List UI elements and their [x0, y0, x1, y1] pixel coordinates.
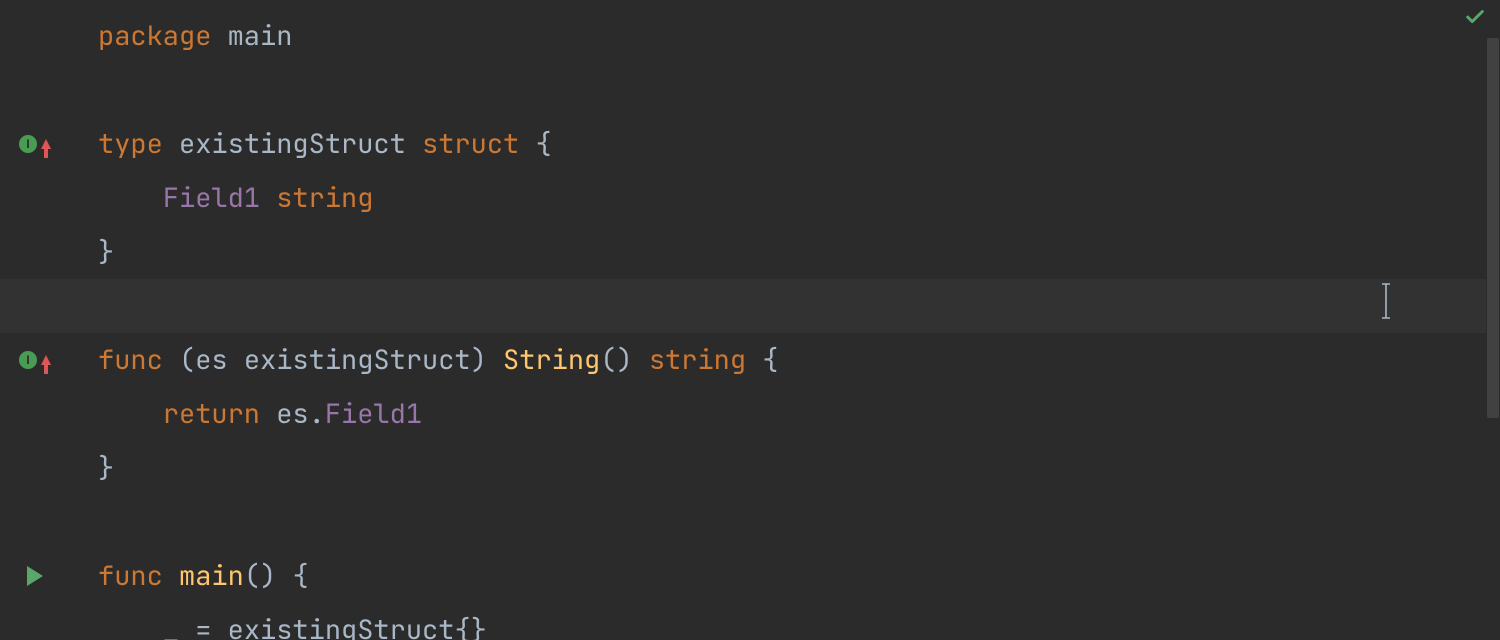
code-line[interactable] [70, 63, 1500, 117]
receiver-token: es [195, 342, 227, 378]
gutter-row [0, 441, 70, 495]
implements-up-icon[interactable]: I [19, 351, 51, 369]
space [260, 180, 276, 216]
text-cursor-icon [1378, 282, 1380, 320]
gutter-row[interactable]: I [0, 333, 70, 387]
type-name-token: existingStruct [179, 126, 406, 162]
brace-token: {} [454, 612, 486, 640]
type-token: string [649, 342, 746, 378]
indent [98, 612, 163, 640]
keyword-token: func [98, 342, 163, 378]
space [406, 126, 422, 162]
implements-up-icon[interactable]: I [19, 135, 51, 153]
blank-identifier-token: _ [163, 612, 179, 640]
code-area[interactable]: package main type existingStruct struct … [70, 0, 1500, 640]
gutter-row [0, 225, 70, 279]
paren-token: ) [471, 342, 487, 378]
code-line[interactable]: _ = existingStruct{} [70, 603, 1500, 640]
space [163, 126, 179, 162]
brace-token: } [98, 234, 114, 270]
gutter-row [0, 387, 70, 441]
keyword-token: type [98, 126, 163, 162]
space [211, 612, 227, 640]
indent [98, 180, 163, 216]
code-line[interactable]: package main [70, 9, 1500, 63]
type-token: existingStruct [228, 612, 455, 640]
gutter-row [0, 495, 70, 549]
validation-ok-icon[interactable] [1464, 6, 1486, 33]
paren-token: () [600, 342, 632, 378]
paren-token: () [244, 558, 276, 594]
space [487, 342, 503, 378]
space [633, 342, 649, 378]
brace-token: { [535, 126, 551, 162]
arrow-up-icon [41, 139, 51, 149]
code-line[interactable]: } [70, 441, 1500, 495]
gutter-row [0, 171, 70, 225]
identifier-token: es [276, 396, 308, 432]
code-line[interactable]: type existingStruct struct { [70, 117, 1500, 171]
gutter-row [0, 603, 70, 640]
space [179, 612, 195, 640]
field-token: Field1 [163, 180, 260, 216]
space [519, 126, 535, 162]
paren-token: ( [179, 342, 195, 378]
space [163, 342, 179, 378]
code-line-current[interactable] [70, 279, 1500, 333]
space [260, 396, 276, 432]
code-editor[interactable]: I I package main type existingStruct str… [0, 0, 1500, 640]
space [211, 18, 227, 54]
keyword-token: struct [422, 126, 519, 162]
function-name-token: main [179, 558, 244, 594]
space [228, 342, 244, 378]
scrollbar-thumb[interactable] [1487, 38, 1499, 418]
function-name-token: String [503, 342, 600, 378]
member-token: Field1 [325, 396, 422, 432]
code-line[interactable]: } [70, 225, 1500, 279]
type-token: existingStruct [244, 342, 471, 378]
code-line[interactable]: return es.Field1 [70, 387, 1500, 441]
brace-token: { [292, 558, 308, 594]
identifier-token: main [228, 18, 293, 54]
indent [98, 396, 163, 432]
dot-token: . [309, 396, 325, 432]
gutter-row[interactable]: I [0, 117, 70, 171]
gutter-row [0, 9, 70, 63]
code-line[interactable]: Field1 string [70, 171, 1500, 225]
space [276, 558, 292, 594]
space [163, 558, 179, 594]
keyword-token: return [163, 396, 260, 432]
space [746, 342, 762, 378]
code-line[interactable]: func main() { [70, 549, 1500, 603]
type-token: string [276, 180, 373, 216]
implements-icon: I [19, 351, 37, 369]
code-line[interactable] [70, 495, 1500, 549]
arrow-up-icon [41, 355, 51, 365]
brace-token: } [98, 450, 114, 486]
keyword-token: func [98, 558, 163, 594]
overview-ruler[interactable] [1486, 0, 1500, 640]
code-line[interactable]: func (es existingStruct) String() string… [70, 333, 1500, 387]
equals-token: = [195, 612, 211, 640]
implements-icon: I [19, 135, 37, 153]
brace-token: { [762, 342, 778, 378]
gutter-row[interactable] [0, 549, 70, 603]
gutter-row [0, 63, 70, 117]
run-icon[interactable] [27, 566, 43, 586]
keyword-token: package [98, 18, 211, 54]
